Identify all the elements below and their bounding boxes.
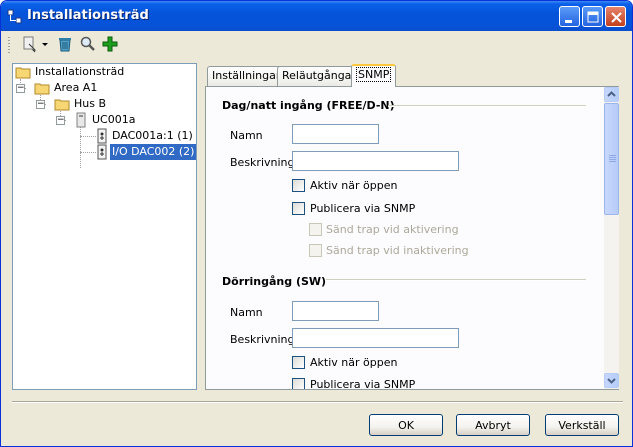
recycle-bin-icon[interactable] — [56, 35, 74, 53]
tab-label: SNMP — [356, 67, 392, 82]
scroll-down-button[interactable] — [604, 373, 619, 388]
name-label: Namn — [230, 306, 263, 319]
tree-node-label: DAC001a:1 (1) — [112, 129, 193, 142]
trap-deactivation-label: Sänd trap vid inaktivering — [326, 244, 469, 257]
installation-tree[interactable]: Installationsträd − Area A1 − Hus B − UC… — [12, 63, 197, 390]
section-title-door-input: Dörringång (SW) — [222, 275, 327, 288]
title-bar[interactable]: Installationsträd — [1, 1, 632, 31]
publish-snmp-checkbox[interactable] — [292, 378, 305, 389]
active-open-label: Aktiv när öppen — [310, 356, 398, 369]
window-title: Installationsträd — [27, 8, 149, 23]
tab-label: Inställningar — [212, 69, 281, 82]
tree-node-building[interactable]: − Hus B — [33, 96, 153, 112]
trap-activation-checkbox[interactable] — [309, 223, 322, 236]
description-label: Beskrivning — [230, 333, 295, 346]
section-divider — [326, 279, 586, 281]
io-device-icon — [95, 144, 109, 165]
tab-snmp[interactable]: SNMP — [351, 64, 397, 87]
vertical-scrollbar[interactable] — [604, 87, 619, 389]
footer-divider — [12, 401, 623, 403]
active-open-checkbox[interactable] — [292, 179, 305, 192]
magnifier-icon[interactable] — [79, 35, 97, 53]
active-open-label: Aktiv när öppen — [310, 179, 398, 192]
green-plus-icon[interactable] — [101, 35, 119, 53]
tree-node-label: Area A1 — [54, 81, 98, 94]
section-divider — [388, 105, 586, 107]
tab-label: Reläutgångar — [282, 69, 356, 82]
cancel-button[interactable]: Avbryt — [456, 414, 530, 436]
dropdown-arrow-icon[interactable] — [40, 35, 50, 53]
trap-activation-label: Sänd trap vid aktivering — [326, 223, 459, 236]
scroll-content: Dag/natt ingång (FREE/D-N) Namn Beskrivn… — [206, 87, 604, 389]
description-label: Beskrivning — [230, 156, 295, 169]
add-device-icon[interactable] — [21, 35, 39, 53]
tree-node-label: Hus B — [74, 97, 107, 110]
scroll-up-button[interactable] — [604, 87, 619, 102]
description-input[interactable] — [292, 151, 459, 171]
name-input[interactable] — [292, 301, 379, 321]
active-open-checkbox[interactable] — [292, 356, 305, 369]
toolbar-grip[interactable] — [8, 37, 10, 53]
publish-snmp-checkbox[interactable] — [292, 202, 305, 215]
tree-node-area[interactable]: − Area A1 — [13, 80, 133, 96]
minimize-button[interactable] — [559, 6, 580, 27]
name-label: Namn — [230, 129, 263, 142]
tab-relay-outputs[interactable]: Reläutgångar — [277, 66, 361, 86]
collapse-icon[interactable]: − — [36, 100, 45, 109]
snmp-tab-panel: Dag/natt ingång (FREE/D-N) Namn Beskrivn… — [205, 86, 619, 390]
publish-snmp-label: Publicera via SNMP — [310, 378, 416, 389]
close-button[interactable] — [605, 6, 626, 27]
toolbar — [1, 31, 632, 57]
tree-node-label: Installationsträd — [35, 65, 125, 78]
controller-icon — [75, 112, 87, 133]
description-input[interactable] — [292, 328, 459, 348]
collapse-icon[interactable]: − — [16, 84, 25, 93]
ok-button[interactable]: OK — [369, 414, 443, 436]
tab-settings[interactable]: Inställningar — [207, 66, 286, 86]
tree-node-controller[interactable]: − UC001a — [53, 112, 173, 128]
collapse-icon[interactable]: − — [56, 116, 65, 125]
tree-app-icon — [7, 9, 23, 25]
tree-node-label: UC001a — [92, 113, 136, 126]
dialog-window: Installationsträd Installationsträd − Ar… — [0, 0, 633, 447]
publish-snmp-label: Publicera via SNMP — [310, 202, 416, 215]
tree-node-device1[interactable]: DAC001a:1 (1) — [95, 128, 195, 144]
tree-node-device2[interactable]: I/O DAC002 (2) — [95, 144, 197, 160]
apply-button[interactable]: Verkställ — [545, 414, 619, 436]
tree-node-label: I/O DAC002 (2) — [110, 144, 197, 160]
section-title-day-night: Dag/natt ingång (FREE/D-N) — [222, 99, 395, 112]
name-input[interactable] — [292, 124, 379, 144]
scroll-thumb[interactable] — [604, 103, 619, 215]
trap-deactivation-checkbox[interactable] — [309, 244, 322, 257]
maximize-button[interactable] — [582, 6, 603, 27]
